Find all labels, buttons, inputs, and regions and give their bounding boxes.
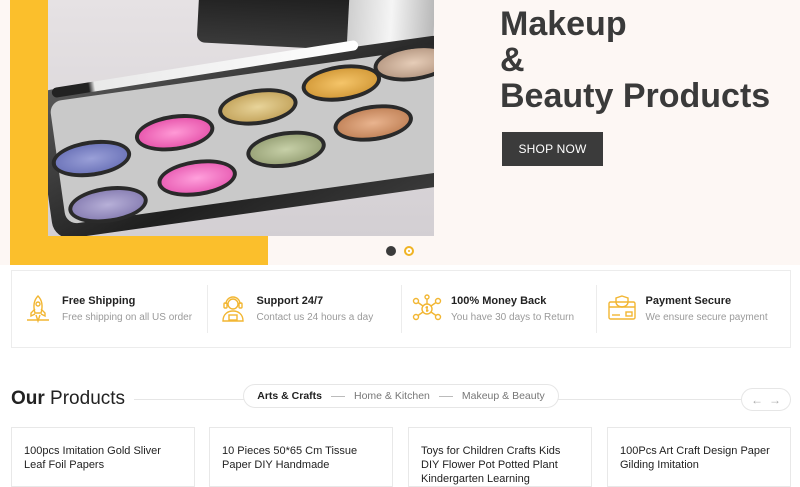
product-category-tabs: Arts & Crafts Home & Kitchen Makeup & Be…: [243, 384, 559, 408]
feature-title: Free Shipping: [62, 295, 136, 307]
rocket-icon: [22, 293, 54, 325]
feature-support: Support 24/7 Contact us 24 hours a day: [206, 271, 402, 347]
products-title-rest: Products: [44, 388, 126, 409]
tab-arts-crafts[interactable]: Arts & Crafts: [257, 390, 322, 402]
tab-makeup-beauty[interactable]: Makeup & Beauty: [462, 390, 545, 402]
slider-dot-2-active[interactable]: [404, 246, 414, 256]
tab-separator: [331, 395, 345, 397]
arrow-left-icon[interactable]: ←: [751, 393, 763, 407]
product-name[interactable]: 100Pcs Art Craft Design Paper Gilding Im…: [620, 444, 778, 472]
product-name[interactable]: Toys for Children Crafts Kids DIY Flower…: [421, 444, 579, 486]
slider-dot-1[interactable]: [386, 246, 396, 256]
hero-title: Makeup & Beauty Products: [500, 6, 770, 114]
hero-banner: Makeup & Beauty Products SHOP NOW: [0, 0, 800, 265]
shop-now-button[interactable]: SHOP NOW: [502, 132, 603, 166]
money-back-icon: [411, 293, 443, 325]
product-card[interactable]: 100pcs Imitation Gold Sliver Leaf Foil P…: [11, 427, 195, 487]
product-card[interactable]: 100Pcs Art Craft Design Paper Gilding Im…: [607, 427, 791, 487]
feature-title: Payment Secure: [645, 295, 732, 307]
feature-money-back: 100% Money Back You have 30 days to Retu…: [401, 271, 596, 347]
products-title-bold: Our: [11, 388, 45, 409]
hero-title-line-3: Beauty Products: [500, 77, 771, 115]
carousel-arrows: ← →: [741, 388, 791, 411]
feature-subtitle: Contact us 24 hours a day: [256, 312, 374, 323]
feature-payment-secure: Payment Secure We ensure secure payment: [595, 271, 791, 347]
product-name[interactable]: 100pcs Imitation Gold Sliver Leaf Foil P…: [24, 444, 182, 472]
feature-subtitle: We ensure secure payment: [645, 312, 768, 323]
product-name[interactable]: 10 Pieces 50*65 Cm Tissue Paper DIY Hand…: [222, 444, 380, 472]
hero-title-line-2: &: [500, 41, 525, 79]
hero-image-eyeshadow-palette: [48, 0, 434, 236]
feature-free-shipping: Free Shipping Free shipping on all US or…: [12, 271, 207, 347]
feature-subtitle: Free shipping on all US order: [62, 312, 193, 323]
feature-title: Support 24/7: [256, 295, 324, 307]
product-card[interactable]: Toys for Children Crafts Kids DIY Flower…: [408, 427, 592, 487]
feature-subtitle: You have 30 days to Return: [451, 312, 575, 323]
tab-separator: [438, 395, 453, 397]
products-section-title: Our Products: [11, 388, 125, 410]
hero-title-line-1: Makeup: [500, 5, 627, 43]
arrow-right-icon[interactable]: →: [769, 393, 781, 407]
feature-title: 100% Money Back: [451, 295, 547, 307]
secure-payment-icon: [606, 293, 638, 325]
tab-home-kitchen[interactable]: Home & Kitchen: [354, 390, 430, 402]
product-card[interactable]: 10 Pieces 50*65 Cm Tissue Paper DIY Hand…: [209, 427, 393, 487]
features-bar: Free Shipping Free shipping on all US or…: [11, 270, 791, 348]
support-agent-icon: [217, 293, 249, 325]
